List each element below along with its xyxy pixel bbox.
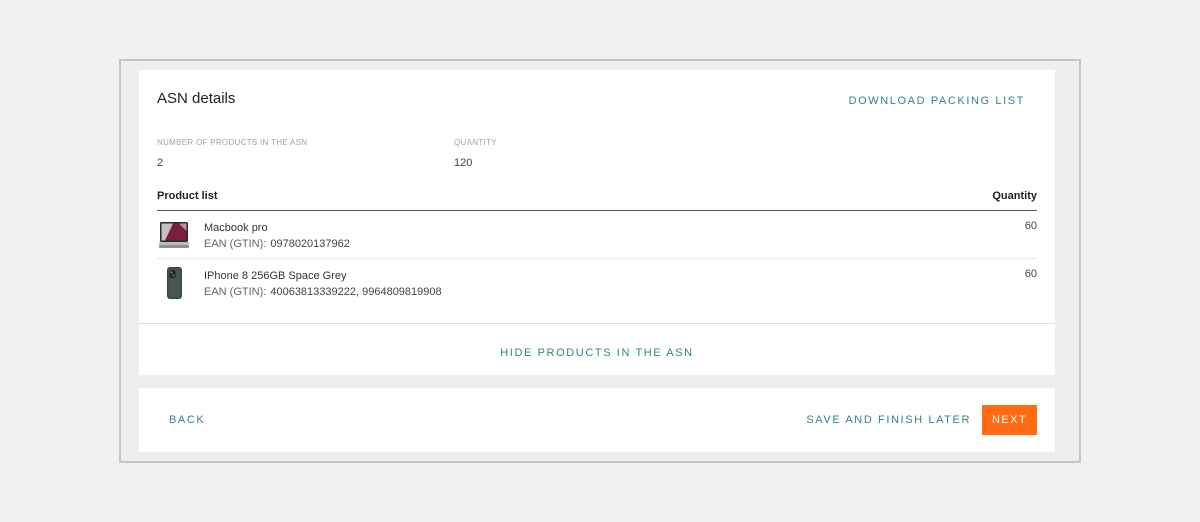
back-button[interactable]: BACK [169, 414, 205, 426]
ean-label: EAN (GTIN): [204, 286, 267, 298]
column-header-quantity: Quantity [992, 190, 1037, 202]
product-table-header: Product list Quantity [157, 190, 1037, 211]
product-quantity: 60 [1024, 220, 1037, 232]
next-button[interactable]: NEXT [982, 405, 1037, 435]
hide-products-container: HIDE PRODUCTS IN THE ASN [139, 343, 1055, 361]
laptop-icon [159, 222, 189, 248]
product-ean: EAN (GTIN): 40063813339222, 9964809819908 [204, 286, 442, 298]
save-and-finish-later-button[interactable]: SAVE AND FINISH LATER [806, 414, 971, 426]
product-ean: EAN (GTIN): 0978020137962 [204, 238, 350, 250]
ean-value: 40063813339222, 9964809819908 [270, 286, 442, 298]
product-name: IPhone 8 256GB Space Grey [204, 270, 347, 282]
asn-details-card: ASN details DOWNLOAD PACKING LIST NUMBER… [139, 70, 1055, 375]
num-products-label: NUMBER OF PRODUCTS IN THE ASN [157, 138, 308, 147]
card-title: ASN details [157, 90, 236, 107]
quantity-value: 120 [454, 157, 473, 169]
table-row: Macbook pro EAN (GTIN): 0978020137962 60 [157, 211, 1037, 259]
quantity-label: QUANTITY [454, 138, 497, 147]
hide-products-button[interactable]: HIDE PRODUCTS IN THE ASN [500, 347, 693, 359]
table-row: IPhone 8 256GB Space Grey EAN (GTIN): 400… [157, 259, 1037, 307]
ean-value: 0978020137962 [270, 238, 350, 250]
product-name: Macbook pro [204, 222, 268, 234]
column-header-product: Product list [157, 190, 218, 202]
ean-label: EAN (GTIN): [204, 238, 267, 250]
footer-actions: BACK SAVE AND FINISH LATER NEXT [139, 388, 1055, 452]
divider [139, 323, 1055, 324]
download-packing-list-button[interactable]: DOWNLOAD PACKING LIST [849, 95, 1025, 107]
phone-icon [167, 267, 182, 299]
num-products-value: 2 [157, 157, 164, 169]
product-quantity: 60 [1024, 268, 1037, 280]
